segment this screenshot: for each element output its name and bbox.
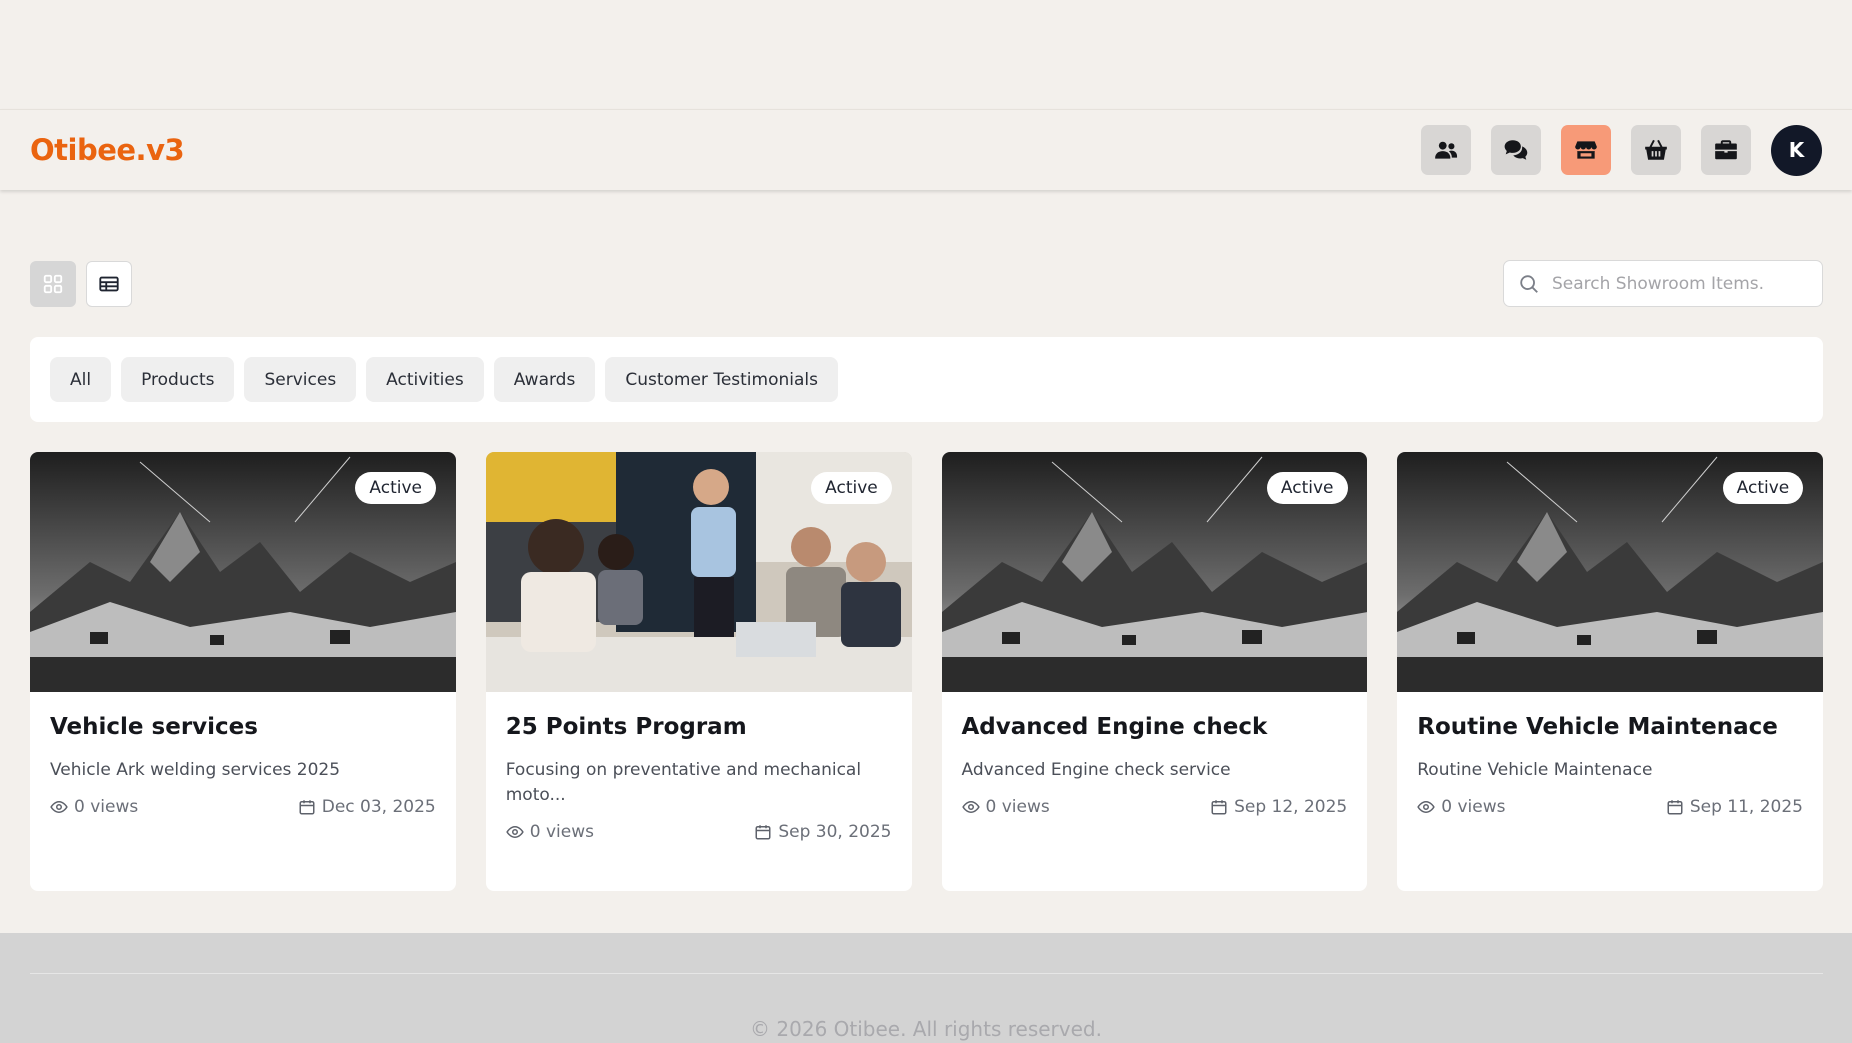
user-avatar[interactable]: K (1771, 124, 1822, 176)
date: Sep 30, 2025 (754, 822, 892, 842)
views-count: 0 views (1417, 797, 1505, 817)
briefcase-icon (1715, 140, 1737, 160)
date: Sep 12, 2025 (1210, 797, 1347, 817)
filter-customer-testimonials[interactable]: Customer Testimonials (605, 357, 838, 402)
card-title[interactable]: Advanced Engine check (962, 714, 1348, 740)
filter-services[interactable]: Services (244, 357, 357, 402)
filter-all[interactable]: All (50, 357, 112, 402)
date: Dec 03, 2025 (298, 797, 436, 817)
date-label: Sep 30, 2025 (778, 822, 892, 842)
status-badge: Active (811, 472, 892, 504)
card-description: Advanced Engine check service (961, 760, 1231, 780)
card-image: Active (1397, 452, 1823, 692)
basket-button[interactable] (1631, 125, 1681, 175)
top-band (0, 0, 1852, 109)
store-icon (1575, 141, 1597, 159)
card-image: Active (941, 452, 1368, 692)
card-body: Vehicle services Vehicle Ark welding ser… (30, 692, 456, 817)
table-view-button[interactable] (86, 260, 132, 307)
views-count: 0 views (506, 822, 594, 842)
views-label: 0 views (529, 822, 594, 842)
eye-icon (506, 825, 524, 839)
showroom-card[interactable]: Active Advanced Engine check Advanced En… (941, 452, 1368, 891)
date-label: Sep 12, 2025 (1234, 797, 1348, 817)
app-header: Otibee.v3 K (0, 109, 1852, 190)
chat-button[interactable] (1491, 125, 1541, 175)
search-icon (1520, 274, 1538, 293)
filter-activities[interactable]: Activities (366, 357, 484, 402)
filter-products[interactable]: Products (121, 357, 235, 402)
calendar-icon (755, 825, 771, 840)
card-meta: 0 views Dec 03, 2025 (50, 797, 436, 817)
views-count: 0 views (961, 797, 1050, 817)
calendar-icon (1667, 800, 1683, 815)
page-footer: © 2026 Otibee. All rights reserved. (0, 933, 1852, 1043)
card-description: Vehicle Ark welding services 2025 (50, 760, 341, 780)
views-count: 0 views (50, 797, 138, 817)
card-image: Active (30, 452, 456, 692)
status-badge: Active (355, 472, 436, 504)
users-icon (1435, 141, 1458, 159)
card-title[interactable]: 25 Points Program (506, 714, 892, 740)
eye-icon (961, 800, 980, 814)
card-title[interactable]: Vehicle services (50, 714, 436, 740)
showroom-card[interactable]: Active Vehicle services Vehicle Ark weld… (30, 452, 456, 891)
basket-icon (1645, 139, 1667, 160)
briefcase-button[interactable] (1701, 125, 1751, 175)
view-toggle (30, 260, 132, 307)
showroom-grid: Active Vehicle services Vehicle Ark weld… (30, 452, 1823, 891)
showroom-toolbar (30, 260, 1823, 307)
views-label: 0 views (1441, 797, 1506, 817)
header-nav: K (1421, 124, 1822, 176)
card-title[interactable]: Routine Vehicle Maintenace (1417, 714, 1803, 740)
search-input[interactable] (1552, 273, 1802, 294)
card-body: Advanced Engine check Advanced Engine ch… (942, 692, 1368, 817)
copyright-text: © 2026 Otibee. All rights reserved. (750, 1017, 1102, 1041)
grid-view-button[interactable] (30, 260, 76, 307)
date-label: Dec 03, 2025 (321, 797, 436, 817)
card-image: Active (485, 452, 912, 692)
filter-awards[interactable]: Awards (493, 357, 596, 402)
eye-icon (50, 800, 68, 814)
card-description: Focusing on preventative and mechanical … (505, 760, 862, 805)
status-badge: Active (1266, 472, 1348, 504)
app-logo[interactable]: Otibee.v3 (30, 133, 185, 167)
calendar-icon (1211, 800, 1227, 815)
card-body: Routine Vehicle Maintenace Routine Vehic… (1397, 692, 1823, 817)
store-button[interactable] (1561, 125, 1611, 175)
date: Sep 11, 2025 (1666, 797, 1803, 817)
views-label: 0 views (985, 797, 1050, 817)
table-icon (99, 276, 119, 291)
showroom-card[interactable]: Active Routine Vehicle Maintenace Routin… (1397, 452, 1823, 891)
users-button[interactable] (1421, 125, 1471, 175)
showroom-card[interactable]: Active 25 Points Program Focusing on pre… (485, 452, 912, 891)
footer-divider (30, 973, 1823, 974)
grid-icon (43, 274, 63, 293)
views-label: 0 views (74, 797, 139, 817)
search-box (1503, 260, 1823, 307)
card-meta: 0 views Sep 11, 2025 (1417, 797, 1803, 817)
category-filters: All Products Services Activities Awards … (30, 337, 1823, 422)
card-body: 25 Points Program Focusing on preventati… (486, 692, 912, 842)
eye-icon (1417, 800, 1435, 814)
card-meta: 0 views Sep 12, 2025 (961, 797, 1347, 817)
card-description: Routine Vehicle Maintenace (1417, 760, 1653, 780)
chat-icon (1504, 140, 1528, 160)
date-label: Sep 11, 2025 (1689, 797, 1803, 817)
calendar-icon (299, 800, 315, 815)
card-meta: 0 views Sep 30, 2025 (506, 822, 892, 842)
status-badge: Active (1722, 472, 1804, 504)
